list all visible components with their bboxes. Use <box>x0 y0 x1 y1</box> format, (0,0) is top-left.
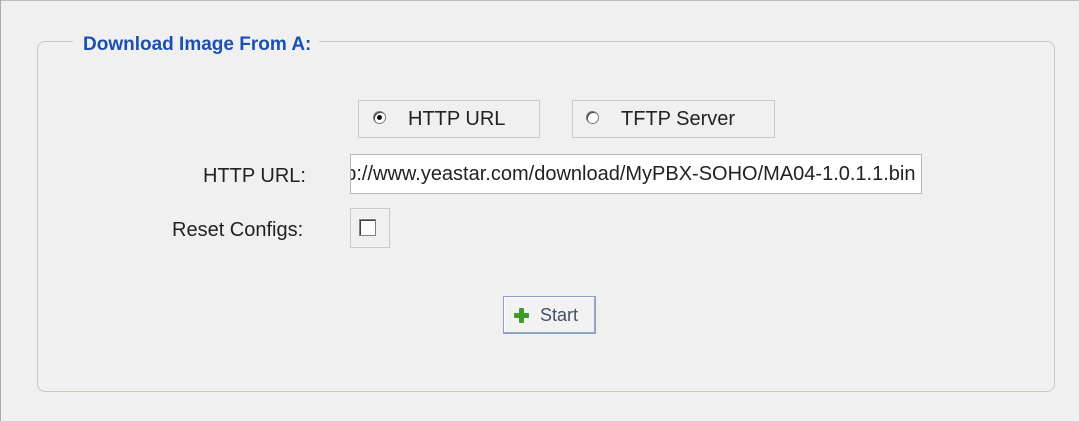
window-left-border <box>0 0 1 421</box>
http-url-radio-label: HTTP URL <box>408 108 506 130</box>
reset-configs-checkbox[interactable] <box>359 219 376 236</box>
window-top-border <box>0 0 1079 1</box>
http-url-input[interactable] <box>350 154 922 194</box>
reset-configs-label: Reset Configs: <box>172 219 304 241</box>
tftp-server-radio-label: TFTP Server <box>621 108 736 130</box>
start-button-label: Start <box>540 305 579 325</box>
http-url-field-label: HTTP URL: <box>203 165 306 187</box>
tftp-server-radio[interactable] <box>586 111 599 124</box>
http-url-radio-option[interactable]: HTTP URL <box>358 100 540 138</box>
tftp-server-radio-option[interactable]: TFTP Server <box>572 100 775 138</box>
http-url-radio[interactable] <box>373 111 386 124</box>
reset-configs-checkbox-wrap[interactable] <box>350 208 390 248</box>
plus-icon <box>514 308 529 323</box>
download-image-fieldset <box>37 41 1055 392</box>
start-button[interactable]: Start <box>503 296 596 334</box>
section-legend: Download Image From A: <box>73 34 320 56</box>
